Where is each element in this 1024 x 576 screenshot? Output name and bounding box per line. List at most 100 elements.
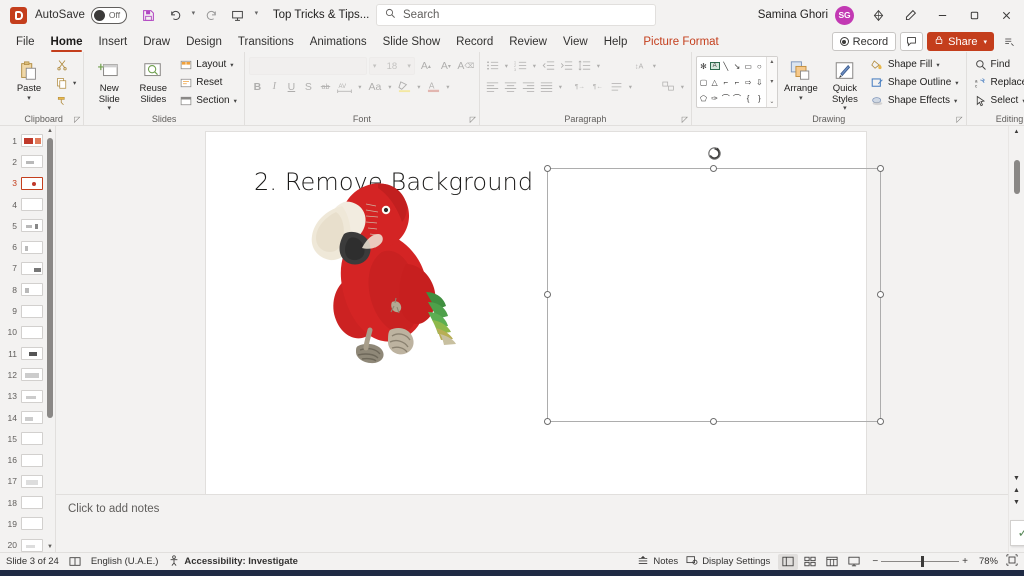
shape-arrow-icon[interactable]: ↘: [731, 58, 742, 74]
view-slide-show-button[interactable]: [844, 554, 864, 570]
clipboard-dialog-launcher-icon[interactable]: ◸: [74, 115, 80, 124]
undo-icon[interactable]: [163, 4, 187, 26]
text-direction-chevron-down-icon[interactable]: ▾: [650, 57, 659, 74]
previous-slide-icon[interactable]: ▲: [1013, 485, 1020, 496]
rotate-handle[interactable]: [705, 144, 723, 162]
minimize-button[interactable]: [927, 1, 958, 29]
clear-formatting-icon[interactable]: A ⌫: [457, 57, 475, 75]
tab-animations[interactable]: Animations: [302, 31, 375, 52]
thumbnail-scrollbar[interactable]: ▲ ▼: [45, 126, 55, 552]
underline-button[interactable]: U: [283, 78, 300, 96]
shape-left-brace-icon[interactable]: {: [743, 90, 754, 106]
select-button[interactable]: Select ▾: [971, 92, 1024, 109]
accessibility-status[interactable]: Accessibility: Investigate: [168, 554, 298, 569]
thumbnail-slide-19[interactable]: 19: [0, 513, 45, 534]
ribbon-display-options-icon[interactable]: [998, 36, 1020, 48]
next-slide-icon[interactable]: ▼: [1013, 497, 1020, 508]
increase-font-size-icon[interactable]: A ▴: [417, 57, 435, 75]
section-button[interactable]: Section ▾: [176, 92, 240, 109]
spell-check-icon[interactable]: [69, 556, 81, 567]
view-slide-sorter-button[interactable]: [800, 554, 820, 570]
align-text-button[interactable]: [608, 78, 625, 95]
thumbnail-slide-10[interactable]: 10: [0, 322, 45, 343]
shape-rectangle-icon[interactable]: ▭: [743, 58, 754, 74]
shape-effects-button[interactable]: Shape Effects ▾: [868, 92, 962, 109]
thumbnail-slide-2[interactable]: 2: [0, 151, 45, 172]
shape-oval-icon[interactable]: ○: [754, 58, 765, 74]
resize-handle-n[interactable]: [710, 165, 717, 172]
start-presentation-icon[interactable]: [226, 4, 250, 26]
decrease-font-size-icon[interactable]: A ▾: [437, 57, 455, 75]
resize-handle-ne[interactable]: [877, 165, 884, 172]
resize-handle-se[interactable]: [877, 418, 884, 425]
accept-check-button[interactable]: ✓: [1010, 520, 1024, 546]
resize-handle-nw[interactable]: [544, 165, 551, 172]
shape-elbow-arrow-icon[interactable]: ⌐: [731, 74, 742, 90]
microsoft-365-diamond-icon[interactable]: [863, 1, 894, 29]
thumbnail-slide-3[interactable]: 3: [0, 173, 45, 194]
italic-button[interactable]: I: [266, 78, 283, 96]
shape-fill-button[interactable]: Shape Fill ▾: [868, 56, 962, 73]
line-spacing-chevron-down-icon[interactable]: ▾: [594, 57, 603, 74]
shape-recently-used-icon[interactable]: ✻: [698, 58, 709, 74]
tab-picture-format[interactable]: Picture Format: [635, 31, 726, 52]
layout-button[interactable]: Layout ▾: [176, 56, 240, 73]
image-selection-frame[interactable]: [544, 146, 884, 425]
shape-effects-chevron-down-icon[interactable]: ▾: [954, 97, 957, 105]
resize-handle-sw[interactable]: [544, 418, 551, 425]
scroll-down-icon[interactable]: ▼: [1013, 473, 1020, 484]
search-input[interactable]: Search: [376, 4, 656, 26]
quick-styles-chevron-down-icon[interactable]: ▾: [843, 105, 847, 113]
shapes-more-icon[interactable]: ⌄: [769, 98, 774, 106]
thumbnail-slide-9[interactable]: 9: [0, 300, 45, 321]
fit-slide-to-window-icon[interactable]: [1006, 554, 1018, 569]
resize-handle-e[interactable]: [877, 291, 884, 298]
avatar[interactable]: SG: [835, 5, 854, 25]
paragraph-dialog-launcher-icon[interactable]: ◸: [682, 115, 688, 124]
text-direction-button[interactable]: ↕A: [632, 57, 649, 74]
shape-arc-icon[interactable]: ⌒: [731, 90, 742, 106]
bold-button[interactable]: B: [249, 78, 266, 96]
section-chevron-down-icon[interactable]: ▾: [234, 97, 237, 105]
user-name[interactable]: Samina Ghori: [758, 9, 828, 21]
zoom-track[interactable]: [881, 556, 960, 567]
ltr-direction-button[interactable]: ¶→: [572, 78, 589, 95]
slide-canvas-area[interactable]: 2. Remove Background Click to add notes: [56, 126, 1008, 552]
font-size-input[interactable]: ▾ 18 ▾: [368, 57, 415, 75]
copy-chevron-down-icon[interactable]: ▾: [73, 79, 76, 87]
thumbnail-slide-13[interactable]: 13: [0, 386, 45, 407]
shape-outline-button[interactable]: Shape Outline ▾: [868, 74, 962, 91]
decrease-indent-button[interactable]: [540, 57, 557, 74]
thumbnail-slide-8[interactable]: 8: [0, 279, 45, 300]
resize-handle-w[interactable]: [544, 291, 551, 298]
drawing-dialog-launcher-icon[interactable]: ◸: [956, 115, 962, 124]
change-case-chevron-down-icon[interactable]: ▾: [385, 78, 395, 96]
line-spacing-button[interactable]: [576, 57, 593, 74]
reuse-slides-button[interactable]: Reuse Slides: [132, 56, 174, 105]
thumbnail-slide-11[interactable]: 11: [0, 343, 45, 364]
thumbnail-slide-12[interactable]: 12: [0, 364, 45, 385]
align-center-button[interactable]: [502, 78, 519, 95]
vertical-scrollbar[interactable]: ▲ ▼ ▲ ▼ ✓: [1008, 126, 1024, 552]
shape-down-arrow-icon[interactable]: ⇩: [754, 74, 765, 90]
view-normal-button[interactable]: [778, 553, 799, 570]
shape-right-arrow-icon[interactable]: ⇨: [743, 74, 754, 90]
zoom-in-button[interactable]: +: [962, 556, 968, 567]
tab-slide-show[interactable]: Slide Show: [375, 31, 449, 52]
align-text-chevron-down-icon[interactable]: ▾: [626, 78, 635, 95]
zoom-level[interactable]: 78%: [976, 556, 998, 567]
thumbnail-slide-7[interactable]: 7: [0, 258, 45, 279]
tab-home[interactable]: Home: [43, 31, 91, 52]
thumbnail-slide-15[interactable]: 15: [0, 428, 45, 449]
customize-quick-access-icon[interactable]: ▾: [252, 9, 261, 21]
thumbnail-slide-14[interactable]: 14: [0, 407, 45, 428]
shape-curve-icon[interactable]: ⌒: [720, 90, 731, 106]
new-slide-chevron-down-icon[interactable]: ▾: [108, 105, 112, 113]
layout-chevron-down-icon[interactable]: ▾: [230, 61, 233, 69]
scroll-track[interactable]: ▼ ▲ ▼: [1009, 138, 1024, 552]
slide-editor[interactable]: 2. Remove Background: [206, 132, 884, 503]
thumbnail-slide-16[interactable]: 16: [0, 449, 45, 470]
shapes-scroll-down-icon[interactable]: ▾: [770, 78, 773, 86]
shape-elbow-connector-icon[interactable]: ⌐: [720, 74, 731, 90]
strikethrough-button[interactable]: ab: [317, 78, 334, 96]
